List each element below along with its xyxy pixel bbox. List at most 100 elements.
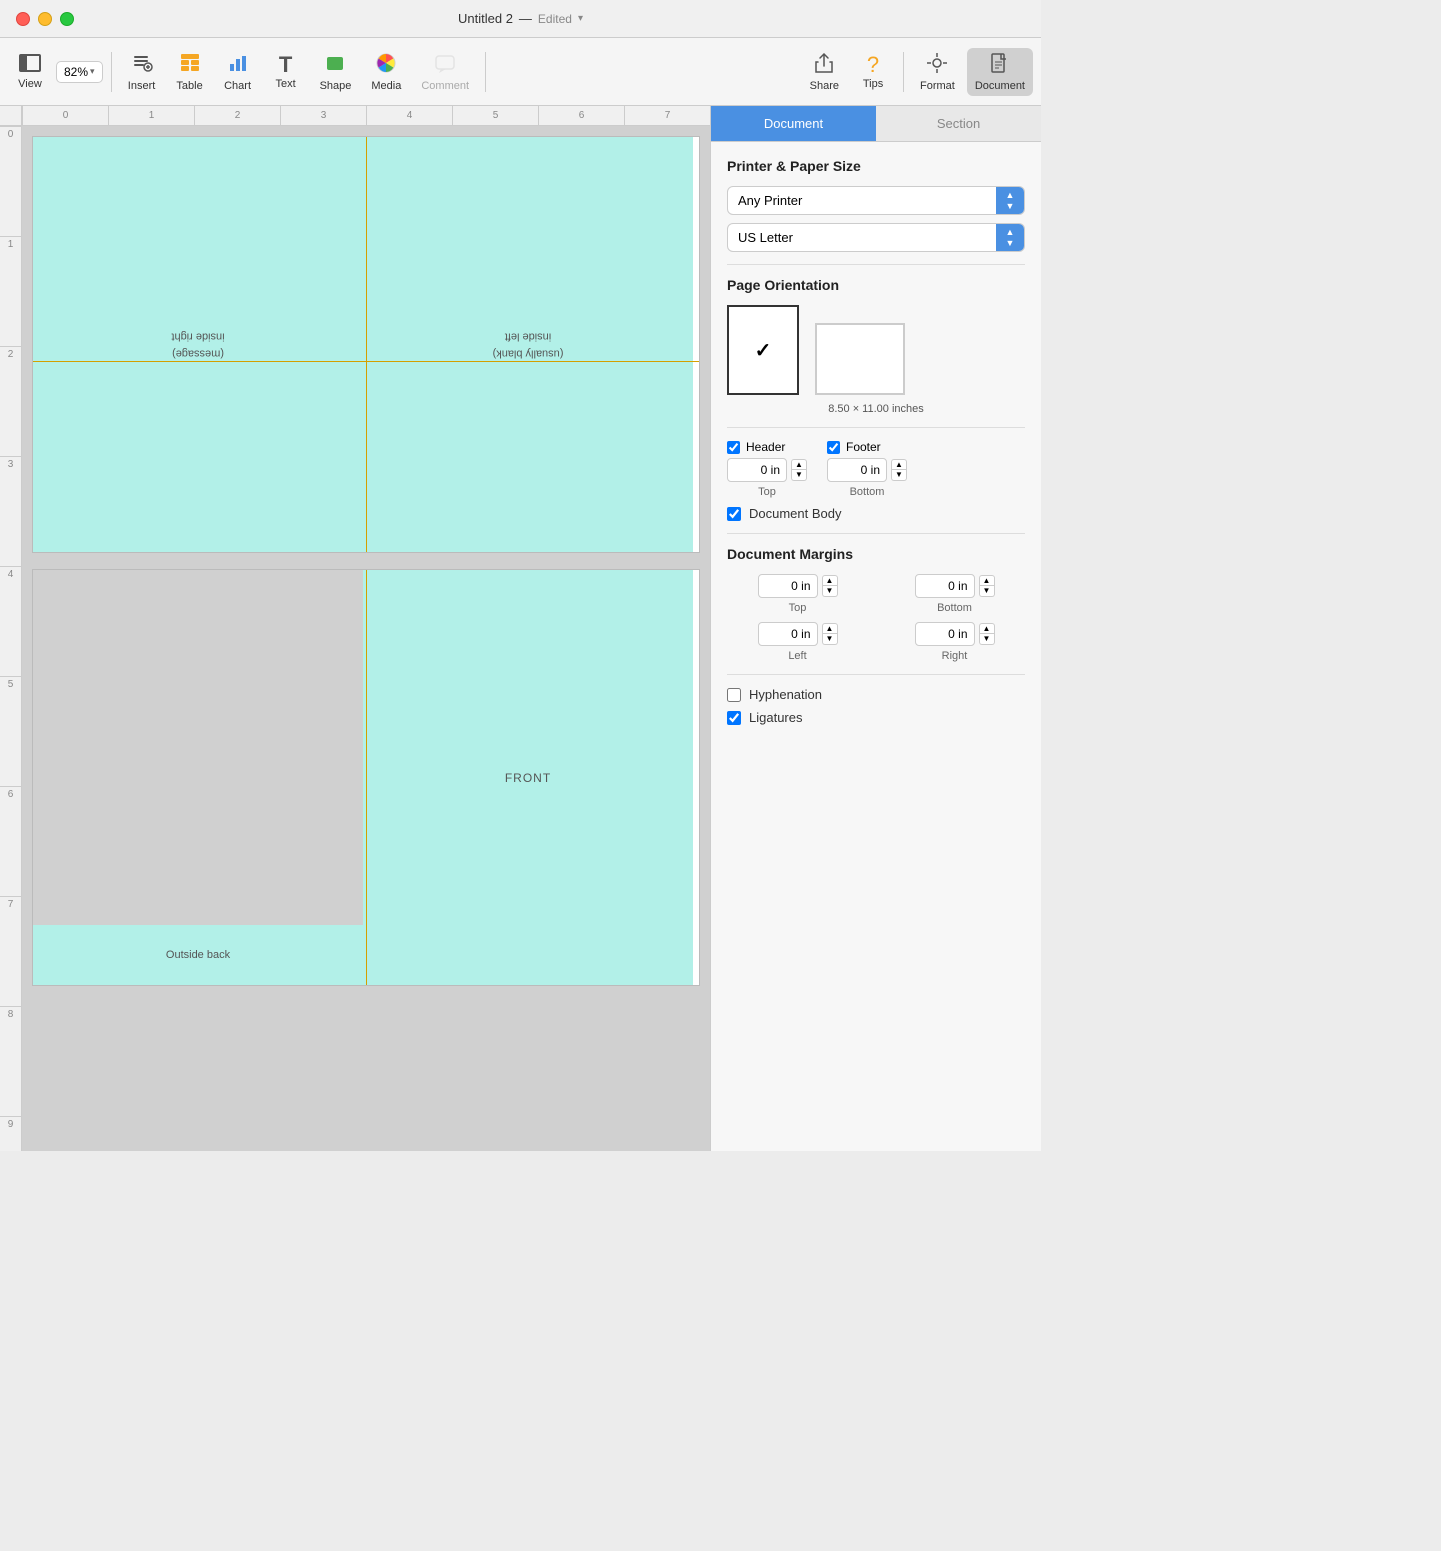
page-inside-right-text: (message) inside right bbox=[171, 328, 224, 361]
header-step-down[interactable]: ▼ bbox=[791, 470, 807, 481]
orientation-section: Page Orientation ✓ 8.50 × 11.00 inches bbox=[727, 277, 1025, 415]
printer-select[interactable]: Any Printer bbox=[728, 187, 996, 214]
table-label: Table bbox=[176, 80, 202, 92]
margin-bottom-label: Bottom bbox=[937, 602, 972, 614]
ruler-h-4: 4 bbox=[366, 106, 452, 126]
fullscreen-button[interactable] bbox=[60, 12, 74, 26]
canvas-footer bbox=[32, 1002, 700, 1151]
header-input-row: ▲ ▼ bbox=[727, 458, 807, 482]
divider-1 bbox=[727, 264, 1025, 265]
margin-left-stepper: ▲ ▼ bbox=[822, 623, 838, 645]
footer-step-down[interactable]: ▼ bbox=[891, 470, 907, 481]
format-button[interactable]: Format bbox=[912, 48, 963, 96]
toolbar: View 82% ▾ Insert Table bbox=[0, 38, 1041, 106]
hyphenation-checkbox[interactable] bbox=[727, 688, 741, 702]
canvas-content[interactable]: (message) inside right (usually blank) i… bbox=[22, 126, 710, 1151]
comment-button[interactable]: Comment bbox=[413, 48, 477, 96]
printer-up-arrow: ▲ bbox=[1006, 190, 1015, 200]
ruler-v-7: 7 bbox=[0, 896, 21, 1006]
share-button[interactable]: Share bbox=[802, 48, 847, 96]
ruler-v-2: 2 bbox=[0, 346, 21, 456]
printer-dropdown-button[interactable]: ▲ ▼ bbox=[996, 187, 1024, 214]
zoom-button[interactable]: 82% ▾ bbox=[56, 61, 103, 83]
header-checkbox[interactable] bbox=[727, 441, 740, 454]
title-chevron-icon[interactable]: ▾ bbox=[578, 13, 583, 24]
margin-bottom-item: ▲ ▼ Bottom bbox=[884, 574, 1025, 614]
margin-bottom-input[interactable] bbox=[915, 574, 975, 598]
margin-bottom-up[interactable]: ▲ bbox=[979, 575, 995, 586]
text-options-section: Hyphenation Ligatures bbox=[727, 687, 1025, 725]
margin-left-input[interactable] bbox=[758, 622, 818, 646]
printer-dropdown-wrapper: Any Printer ▲ ▼ bbox=[727, 186, 1025, 215]
margin-right-up[interactable]: ▲ bbox=[979, 623, 995, 634]
format-icon bbox=[926, 52, 948, 78]
ruler-v-0: 0 bbox=[0, 126, 21, 236]
tab-document[interactable]: Document bbox=[711, 106, 876, 141]
shape-button[interactable]: Shape bbox=[312, 48, 360, 96]
hyphenation-row: Hyphenation bbox=[727, 687, 1025, 702]
orientation-portrait[interactable]: ✓ bbox=[727, 305, 799, 395]
margin-top-down[interactable]: ▼ bbox=[822, 586, 838, 597]
header-sub-label: Top bbox=[727, 486, 807, 498]
paper-select[interactable]: US Letter US Legal A4 bbox=[728, 224, 996, 251]
ruler-h-3: 3 bbox=[280, 106, 366, 126]
paper-dropdown-button[interactable]: ▲ ▼ bbox=[996, 224, 1024, 251]
page-spread-bottom: Outside back FRONT bbox=[32, 569, 700, 986]
margin-bottom-down[interactable]: ▼ bbox=[979, 586, 995, 597]
table-button[interactable]: Table bbox=[168, 48, 212, 96]
margin-right-down[interactable]: ▼ bbox=[979, 634, 995, 645]
orientation-dims: 8.50 × 11.00 inches bbox=[727, 403, 1025, 415]
footer-step-up[interactable]: ▲ bbox=[891, 459, 907, 470]
media-icon bbox=[375, 52, 397, 78]
orientation-section-title: Page Orientation bbox=[727, 277, 1025, 293]
footer-checkbox[interactable] bbox=[827, 441, 840, 454]
close-button[interactable] bbox=[16, 12, 30, 26]
printer-section-title: Printer & Paper Size bbox=[727, 158, 1025, 174]
share-icon bbox=[813, 52, 835, 78]
margin-left-row: ▲ ▼ bbox=[758, 622, 838, 646]
footer-label[interactable]: Footer bbox=[846, 440, 881, 454]
chart-button[interactable]: Chart bbox=[216, 48, 260, 96]
margin-top-up[interactable]: ▲ bbox=[822, 575, 838, 586]
media-button[interactable]: Media bbox=[363, 48, 409, 96]
document-icon bbox=[989, 52, 1011, 78]
page-front[interactable]: FRONT bbox=[363, 570, 693, 985]
view-button[interactable]: View bbox=[8, 50, 52, 94]
margin-left-down[interactable]: ▼ bbox=[822, 634, 838, 645]
orientation-landscape[interactable] bbox=[815, 323, 905, 395]
doc-body-label[interactable]: Document Body bbox=[749, 506, 842, 521]
tips-button[interactable]: ? Tips bbox=[851, 50, 895, 94]
header-input[interactable] bbox=[727, 458, 787, 482]
margin-right-input[interactable] bbox=[915, 622, 975, 646]
header-step-up[interactable]: ▲ bbox=[791, 459, 807, 470]
ruler-v-9: 9 bbox=[0, 1116, 21, 1151]
margin-top-item: ▲ ▼ Top bbox=[727, 574, 868, 614]
ruler-h-0: 0 bbox=[22, 106, 108, 126]
minimize-button[interactable] bbox=[38, 12, 52, 26]
margin-top-input[interactable] bbox=[758, 574, 818, 598]
page-inside-right[interactable]: (message) inside right bbox=[33, 137, 363, 552]
ligatures-label[interactable]: Ligatures bbox=[749, 710, 802, 725]
comment-icon bbox=[434, 52, 456, 78]
hyphenation-label[interactable]: Hyphenation bbox=[749, 687, 822, 702]
title-separator: — bbox=[519, 11, 532, 26]
tips-icon: ? bbox=[867, 54, 879, 76]
tab-section[interactable]: Section bbox=[876, 106, 1041, 141]
margin-right-item: ▲ ▼ Right bbox=[884, 622, 1025, 662]
header-label[interactable]: Header bbox=[746, 440, 785, 454]
ligatures-checkbox[interactable] bbox=[727, 711, 741, 725]
margin-top-stepper: ▲ ▼ bbox=[822, 575, 838, 597]
document-button[interactable]: Document bbox=[967, 48, 1033, 96]
footer-input[interactable] bbox=[827, 458, 887, 482]
text-button[interactable]: T Text bbox=[264, 50, 308, 94]
margin-left-up[interactable]: ▲ bbox=[822, 623, 838, 634]
printer-down-arrow: ▼ bbox=[1006, 201, 1015, 211]
page-outside-back[interactable]: Outside back bbox=[33, 570, 363, 985]
printer-section: Printer & Paper Size Any Printer ▲ ▼ US … bbox=[727, 158, 1025, 252]
margins-section-title: Document Margins bbox=[727, 546, 1025, 562]
doc-body-checkbox[interactable] bbox=[727, 507, 741, 521]
ruler-h-ticks: 0 1 2 3 4 5 6 7 8 bbox=[22, 106, 710, 126]
edited-badge: Edited bbox=[538, 12, 572, 26]
page-inside-left[interactable]: (usually blank) inside left bbox=[363, 137, 693, 552]
insert-button[interactable]: Insert bbox=[120, 48, 164, 96]
